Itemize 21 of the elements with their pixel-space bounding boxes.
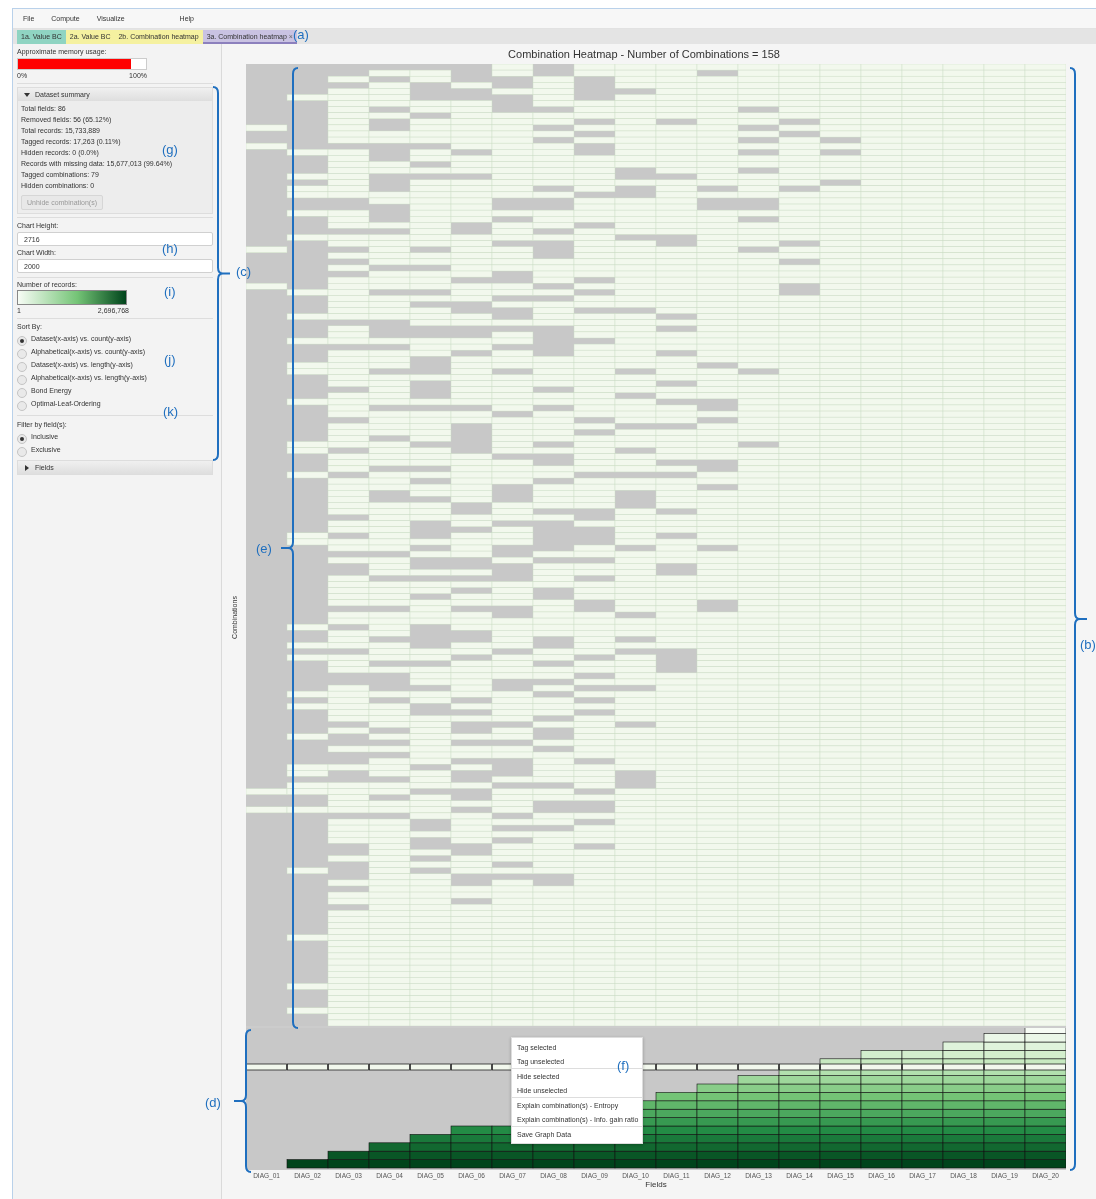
radio-button[interactable]	[17, 348, 27, 359]
annotation-label: (c)	[236, 265, 252, 279]
annotation-label: (g)	[162, 143, 178, 157]
radio-button[interactable]	[17, 433, 27, 444]
radio-button[interactable]	[17, 361, 27, 372]
radio-button[interactable]	[17, 335, 27, 346]
radio-button[interactable]	[17, 400, 27, 411]
annotation-label: (j)	[164, 353, 176, 367]
annotation-label: (k)	[163, 405, 179, 419]
radio-button[interactable]	[17, 387, 27, 398]
radio-button[interactable]	[17, 374, 27, 385]
axis-label: Fields	[645, 1180, 667, 1189]
caret-right-icon	[24, 464, 30, 471]
chart-title: Combination Heatmap - Number of Combinations = 158	[507, 47, 781, 62]
annotation-label: (f)	[617, 1059, 630, 1073]
annotation-label: (b)	[1080, 638, 1096, 652]
radio-button[interactable]	[17, 446, 27, 457]
annotation-label: (i)	[164, 285, 176, 299]
annotation-label: (e)	[256, 542, 272, 556]
annotation-label: (d)	[205, 1096, 221, 1110]
caret-down-icon	[24, 91, 30, 98]
